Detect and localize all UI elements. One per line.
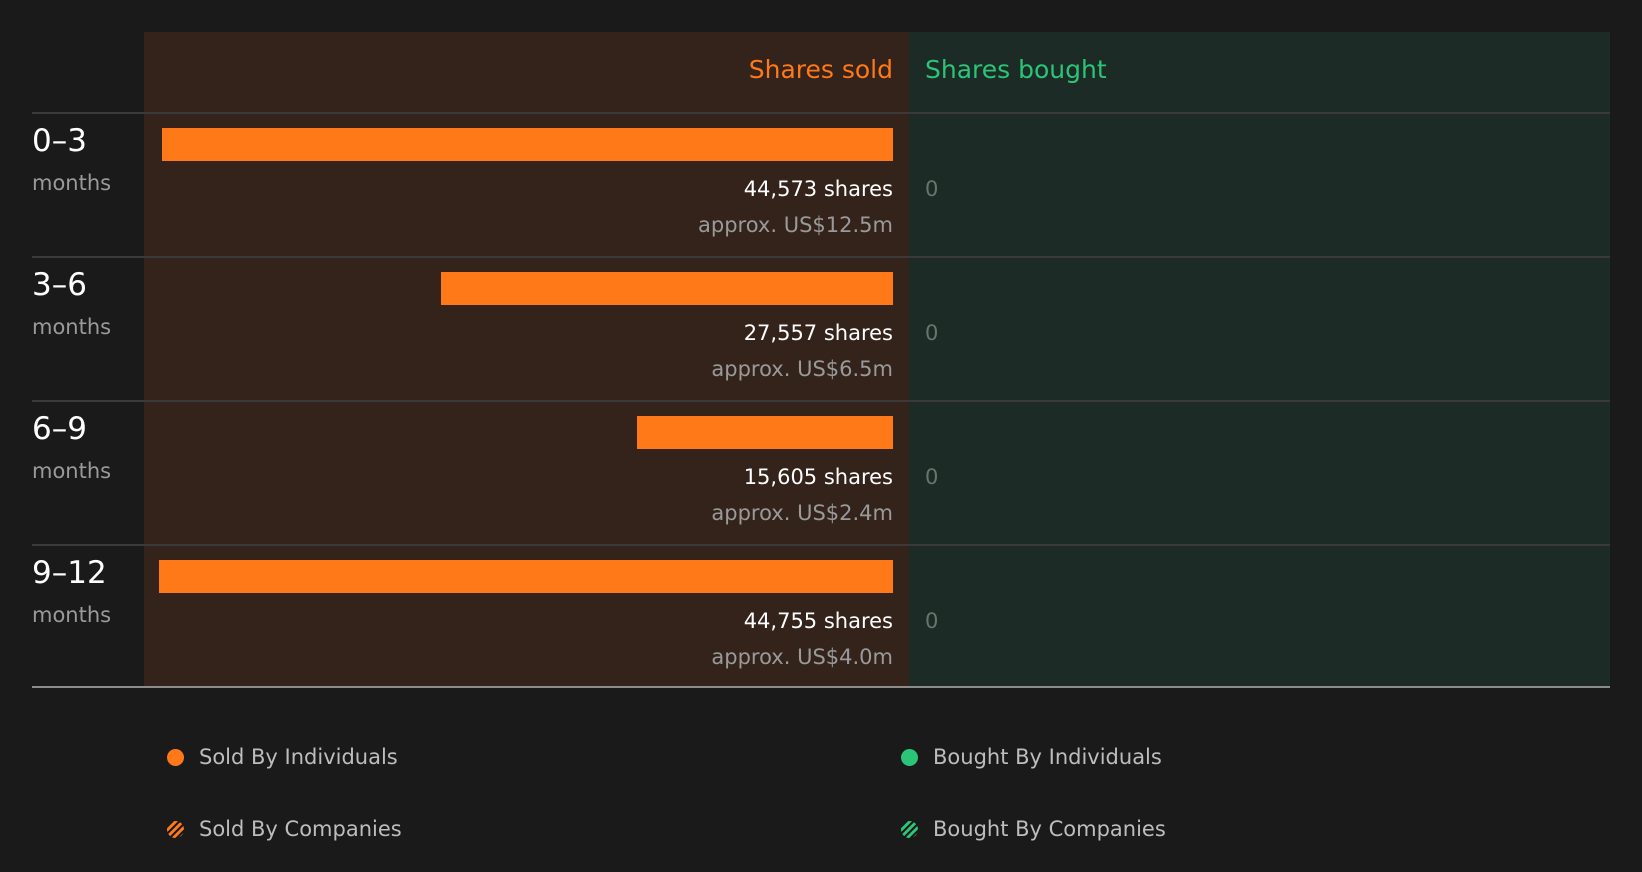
period-range-label: 6–9 bbox=[32, 411, 87, 447]
shares-sold-approx-value: approx. US$4.0m bbox=[711, 645, 893, 669]
shares-sold-approx-value: approx. US$12.5m bbox=[698, 213, 893, 237]
legend-item-bought-companies: Bought By Companies bbox=[901, 814, 1166, 844]
legend-item-sold-individuals: Sold By Individuals bbox=[167, 742, 398, 772]
period-range-label: 9–12 bbox=[32, 555, 107, 591]
period-unit-label: months bbox=[32, 459, 112, 483]
period-range-label: 3–6 bbox=[32, 267, 87, 303]
shares-sold-header: Shares sold bbox=[748, 55, 893, 84]
shares-sold-approx-value: approx. US$2.4m bbox=[711, 501, 893, 525]
shares-sold-bar bbox=[637, 416, 893, 449]
shares-sold-approx-value: approx. US$6.5m bbox=[711, 357, 893, 381]
solid-dot-icon bbox=[901, 748, 918, 766]
period-row: 0–3 months 44,573 shares approx. US$12.5… bbox=[0, 113, 1642, 257]
chart-legend: Sold By Individuals Bought By Individual… bbox=[0, 730, 1642, 860]
shares-bought-count: 0 bbox=[925, 465, 939, 489]
shares-sold-bar bbox=[159, 560, 893, 593]
shares-bought-count: 0 bbox=[925, 177, 939, 201]
solid-dot-icon bbox=[167, 748, 184, 766]
shares-bought-count: 0 bbox=[925, 609, 939, 633]
legend-item-bought-individuals: Bought By Individuals bbox=[901, 742, 1162, 772]
period-row: 3–6 months 27,557 shares approx. US$6.5m… bbox=[0, 257, 1642, 401]
legend-label: Sold By Companies bbox=[199, 817, 402, 841]
insider-trading-chart: Shares sold Shares bought 0–3 months 44,… bbox=[0, 0, 1642, 690]
legend-label: Bought By Companies bbox=[933, 817, 1166, 841]
period-row: 6–9 months 15,605 shares approx. US$2.4m… bbox=[0, 401, 1642, 545]
shares-sold-bar bbox=[162, 128, 893, 161]
shares-sold-count: 44,755 shares bbox=[743, 609, 893, 633]
legend-label: Sold By Individuals bbox=[199, 745, 398, 769]
shares-bought-header: Shares bought bbox=[925, 55, 1107, 84]
period-range-label: 0–3 bbox=[32, 123, 87, 159]
legend-item-sold-companies: Sold By Companies bbox=[167, 814, 402, 844]
period-unit-label: months bbox=[32, 603, 112, 627]
shares-sold-bar bbox=[441, 272, 893, 305]
striped-dot-icon bbox=[901, 820, 918, 838]
shares-sold-count: 44,573 shares bbox=[743, 177, 893, 201]
period-row: 9–12 months 44,755 shares approx. US$4.0… bbox=[0, 545, 1642, 689]
legend-label: Bought By Individuals bbox=[933, 745, 1162, 769]
shares-sold-count: 15,605 shares bbox=[743, 465, 893, 489]
striped-dot-icon bbox=[167, 820, 184, 838]
period-unit-label: months bbox=[32, 315, 112, 339]
shares-bought-count: 0 bbox=[925, 321, 939, 345]
period-unit-label: months bbox=[32, 171, 112, 195]
shares-sold-count: 27,557 shares bbox=[743, 321, 893, 345]
